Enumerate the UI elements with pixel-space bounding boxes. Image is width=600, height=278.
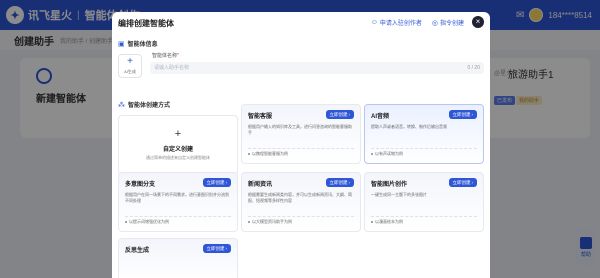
- template-example-text: 以有声读物为例: [375, 151, 403, 156]
- plus-icon: +: [174, 128, 182, 140]
- info-section-icon: ▣: [118, 40, 125, 48]
- arrow-right-icon: ›: [471, 180, 474, 185]
- create-now-label: 立即创建: [206, 245, 225, 251]
- create-now-button[interactable]: 立即创建 ›: [325, 110, 354, 119]
- divider: [371, 148, 477, 149]
- template-name: 多意图分支: [125, 182, 156, 188]
- template-name: 智能图片创作: [371, 182, 408, 188]
- template-example: 以有声读物为例: [371, 151, 403, 157]
- template-card-multi-intent[interactable]: 多意图分支 立即创建 › 根据用户在同一场景下的不同需求，进行意图识别并分流到不同…: [118, 172, 238, 232]
- bullet-icon: [248, 152, 250, 155]
- template-card-ai-audio[interactable]: AI音频 立即创建 › 提取人声或者语音，转换、制作后输出音频 以有声读物为例: [364, 104, 484, 164]
- template-example-text: 以大模型资讯助手为例: [252, 219, 292, 224]
- create-now-button[interactable]: 立即创建 ›: [202, 178, 231, 187]
- template-name: AI音频: [371, 114, 390, 120]
- bullet-icon: [371, 220, 373, 223]
- name-char-counter: 0 / 20: [467, 65, 480, 71]
- template-card-smart-service[interactable]: 智能客服 立即创建 › 根据用户输入的知识库及工具，进行问答咨询的智能客服助手 以…: [241, 104, 361, 164]
- plus-icon: +: [127, 56, 133, 67]
- arrow-right-icon: ›: [348, 180, 351, 185]
- agent-name-input[interactable]: [150, 62, 484, 74]
- avatar-upload[interactable]: + AI生成: [118, 54, 142, 78]
- template-name: 新闻资讯: [248, 182, 273, 188]
- create-now-label: 立即创建: [452, 179, 471, 185]
- template-example-text: 以携程智能客服为例: [252, 151, 288, 156]
- divider: [248, 216, 354, 217]
- agent-name-label: 智能体名称*: [152, 52, 179, 59]
- arrow-right-icon: ›: [471, 112, 474, 117]
- template-example-text: 以漫画绘本为例: [375, 219, 403, 224]
- template-card-image-creation[interactable]: 智能图片创作 立即创建 › 一键生成同一主题下的多张图片 以漫画绘本为例: [364, 172, 484, 232]
- create-now-button[interactable]: 立即创建 ›: [448, 110, 477, 119]
- info-section-title: 智能体信息: [127, 42, 158, 48]
- method-section-title: 智能体创建方式: [128, 103, 171, 109]
- bullet-icon: [371, 152, 373, 155]
- arrow-right-icon: ›: [225, 246, 228, 251]
- header-actions: ☺ 申请入驻创作者 ◎ 指令创建: [371, 18, 464, 27]
- agent-name-label-text: 智能体名称: [152, 53, 178, 59]
- create-now-label: 立即创建: [452, 111, 471, 117]
- create-now-button[interactable]: 立即创建 ›: [448, 178, 477, 187]
- ai-generate-label: AI生成: [124, 69, 136, 74]
- close-button[interactable]: ×: [472, 16, 484, 28]
- template-example-text: 以提示词增强优化为例: [129, 219, 169, 224]
- template-example: 以携程智能客服为例: [248, 151, 288, 157]
- template-desc: 提取人声或者语音，转换、制作后输出音频: [371, 124, 447, 129]
- modal-title: 编排创建智能体: [118, 18, 174, 28]
- command-create-link[interactable]: ◎ 指令创建: [431, 18, 464, 28]
- template-card-news[interactable]: 新闻资讯 立即创建 › 根据需要生成新闻类内容，并可以生成新闻资讯、大纲、简报、短…: [241, 172, 361, 232]
- command-create-label: 指令创建: [439, 21, 464, 27]
- template-card-reflection[interactable]: 反思生成 立即创建 ›: [118, 238, 238, 278]
- arrow-right-icon: ›: [225, 180, 228, 185]
- template-desc: 根据用户在同一场景下的不同需求，进行意图识别并分流到不同处理: [125, 192, 229, 203]
- method-section-head: ⁂ 智能体创建方式: [118, 100, 171, 110]
- template-name: 智能客服: [248, 114, 273, 120]
- apply-creator-label: 申请入驻创作者: [379, 21, 422, 27]
- template-desc: 根据用户输入的知识库及工具，进行问答咨询的智能客服助手: [248, 124, 352, 135]
- info-section-head: ▣ 智能体信息: [118, 39, 158, 49]
- command-icon: ◎: [431, 19, 438, 27]
- bullet-icon: [125, 220, 127, 223]
- divider: [371, 216, 477, 217]
- template-desc: 根据需要生成新闻类内容，并可以生成新闻资讯、大纲、简报、短视频等多样性内容: [248, 192, 352, 203]
- bullet-icon: [248, 220, 250, 223]
- create-now-button[interactable]: 立即创建 ›: [202, 244, 231, 253]
- arrow-right-icon: ›: [348, 112, 351, 117]
- template-name: 反思生成: [125, 248, 150, 254]
- create-agent-modal: 编排创建智能体 ☺ 申请入驻创作者 ◎ 指令创建 × ▣ 智能体信息 + AI生…: [112, 12, 490, 278]
- create-now-label: 立即创建: [206, 179, 225, 185]
- user-plus-icon: ☺: [370, 19, 378, 26]
- custom-create-card[interactable]: + 自定义创建 通过简单的描述来自定义创建智能体: [118, 115, 238, 175]
- divider: [125, 216, 231, 217]
- method-section-icon: ⁂: [118, 101, 125, 109]
- template-desc: 一键生成同一主题下的多张图片: [371, 192, 427, 197]
- custom-create-title: 自定义创建: [162, 147, 193, 153]
- apply-creator-link[interactable]: ☺ 申请入驻创作者: [371, 18, 422, 27]
- create-now-label: 立即创建: [329, 179, 348, 185]
- required-mark: *: [177, 53, 179, 59]
- custom-create-subtitle: 通过简单的描述来自定义创建智能体: [146, 155, 210, 160]
- divider: [248, 148, 354, 149]
- create-now-label: 立即创建: [329, 111, 348, 117]
- template-example: 以漫画绘本为例: [371, 219, 403, 225]
- template-example: 以大模型资讯助手为例: [248, 219, 292, 225]
- create-now-button[interactable]: 立即创建 ›: [325, 178, 354, 187]
- template-example: 以提示词增强优化为例: [125, 219, 169, 225]
